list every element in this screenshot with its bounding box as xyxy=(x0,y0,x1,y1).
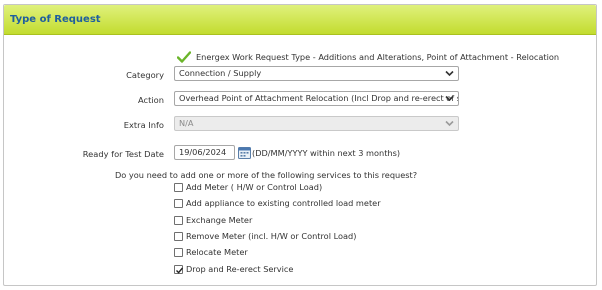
service-option[interactable]: Add Meter ( H/W or Control Load) xyxy=(174,181,322,193)
service-option[interactable]: Remove Meter (incl. H/W or Control Load) xyxy=(174,230,356,242)
add-meter-checkbox[interactable] xyxy=(174,182,183,192)
service-option-label: Exchange Meter xyxy=(186,215,253,225)
add-appliance-checkbox[interactable] xyxy=(174,198,183,208)
category-value: Connection / Supply xyxy=(179,68,262,78)
service-option[interactable]: Drop and Re-erect Service xyxy=(174,263,293,275)
service-option-label: Drop and Re-erect Service xyxy=(186,264,294,274)
type-of-request-panel: Type of Request Energex Work Request Typ… xyxy=(3,4,597,286)
chevron-down-icon xyxy=(445,95,454,102)
action-select[interactable]: Overhead Point of Attachment Relocation … xyxy=(174,91,459,106)
service-option[interactable]: Relocate Meter xyxy=(174,246,248,258)
service-option-label: Relocate Meter xyxy=(186,247,248,257)
chevron-down-icon xyxy=(445,120,454,127)
relocate-meter-checkbox[interactable] xyxy=(174,247,183,257)
action-value: Overhead Point of Attachment Relocation … xyxy=(179,93,459,103)
extra-info-value: N/A xyxy=(179,118,194,128)
category-label: Category xyxy=(126,70,164,80)
service-option[interactable]: Add appliance to existing controlled loa… xyxy=(174,197,381,209)
extra-info-select: N/A xyxy=(174,116,459,131)
service-option-label: Add Meter ( H/W or Control Load) xyxy=(186,182,323,192)
exchange-meter-checkbox[interactable] xyxy=(174,215,183,225)
date-format-hint: (DD/MM/YYYY within next 3 months) xyxy=(252,148,401,158)
chevron-down-icon xyxy=(445,70,454,77)
service-option-label: Remove Meter (incl. H/W or Control Load) xyxy=(186,231,357,241)
checkmark-icon xyxy=(176,267,184,274)
action-label: Action xyxy=(138,95,164,105)
calendar-icon[interactable] xyxy=(238,146,251,159)
services-question: Do you need to add one or more of the fo… xyxy=(115,170,418,180)
service-option-label: Add appliance to existing controlled loa… xyxy=(186,198,381,208)
service-option[interactable]: Exchange Meter xyxy=(174,214,252,226)
drop-reerect-checkbox[interactable] xyxy=(174,264,184,274)
test-date-label: Ready for Test Date xyxy=(82,149,164,159)
test-date-input[interactable]: 19/06/2024 xyxy=(174,145,235,160)
extra-info-label: Extra Info xyxy=(123,120,164,130)
panel-title: Type of Request xyxy=(10,14,101,25)
request-type-info: Energex Work Request Type - Additions an… xyxy=(177,51,559,63)
request-type-text: Energex Work Request Type - Additions an… xyxy=(196,52,560,62)
remove-meter-checkbox[interactable] xyxy=(174,231,183,241)
category-select[interactable]: Connection / Supply xyxy=(174,66,459,81)
check-icon xyxy=(177,51,191,63)
